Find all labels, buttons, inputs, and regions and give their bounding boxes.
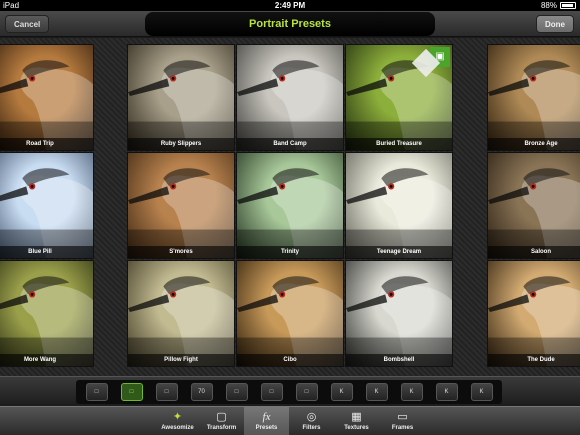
preset-tile[interactable]: The Dude <box>487 260 580 367</box>
tab-label: Awesomize <box>161 425 194 431</box>
heron-image <box>0 60 93 150</box>
preset-label: More Wang <box>0 354 93 366</box>
tab-bar: ✦ Awesomize ▢ Transform fx Presets ◎ Filters ▦ Te… <box>0 406 580 435</box>
preset-label: Saloon <box>488 246 580 258</box>
preset-tile[interactable]: Band Camp <box>236 44 344 151</box>
heron-image <box>237 168 343 258</box>
preset-tile[interactable]: ▣ Buried Treasure <box>345 44 453 151</box>
tab-label: Textures <box>344 425 369 431</box>
tab-textures[interactable]: ▦ Textures <box>334 407 379 435</box>
preset-label: Ruby Slippers <box>128 138 234 150</box>
preset-grid: Road Trip Ruby Slippers Band Camp ▣ Buried T… <box>0 38 580 376</box>
heron-image <box>488 168 580 258</box>
done-button[interactable]: Done <box>536 15 574 33</box>
tab-label: Transform <box>206 425 237 431</box>
preset-label: Cibo <box>237 354 343 366</box>
heron-image <box>128 168 234 258</box>
status-bar: iPad 2:49 PM 88% <box>0 0 580 11</box>
preset-label: The Dude <box>488 354 580 366</box>
battery-indicator: 88% <box>541 0 576 11</box>
preset-label: Teenage Dream <box>346 246 452 258</box>
portrait-frame-icon[interactable]: □ <box>120 383 143 401</box>
preset-tile[interactable]: Saloon <box>487 152 580 259</box>
tab-label: Presets <box>255 425 278 431</box>
nav-bar: Cancel Portrait Presets Done <box>0 11 580 37</box>
photo-icon[interactable]: □ <box>155 383 178 401</box>
heron-image <box>346 168 452 258</box>
preset-label: S'mores <box>128 246 234 258</box>
tab-presets[interactable]: fx Presets <box>244 407 289 435</box>
preset-tile[interactable]: More Wang <box>0 260 94 367</box>
preset-tile[interactable]: Blue Pill <box>0 152 94 259</box>
preset-label: Pillow Fight <box>128 354 234 366</box>
transform-icon: ▢ <box>216 410 227 423</box>
clock: 2:49 PM <box>274 1 306 10</box>
heron-image <box>237 276 343 366</box>
heron-image <box>488 60 580 150</box>
filter-toolbar: □ □ □ 70 □ □ □ K K K K K <box>0 376 580 406</box>
contrast-icon[interactable]: □ <box>225 383 248 401</box>
textures-icon: ▦ <box>351 410 362 423</box>
preset-label: Buried Treasure <box>346 138 452 150</box>
heron-image <box>128 60 234 150</box>
cart-icon[interactable]: ▣ <box>430 47 450 67</box>
number-icon[interactable]: 70 <box>190 383 213 401</box>
preset-tile[interactable]: Ruby Slippers <box>127 44 235 151</box>
screen-icon[interactable]: □ <box>260 383 283 401</box>
awesomize-icon: ✦ <box>172 410 183 423</box>
heron-image <box>237 60 343 150</box>
heron-image <box>0 276 93 366</box>
k5-icon[interactable]: K <box>470 383 493 401</box>
preset-tile[interactable]: Cibo <box>236 260 344 367</box>
preset-label: Bronze Age <box>488 138 580 150</box>
heron-image <box>128 276 234 366</box>
k1-icon[interactable]: K <box>330 383 353 401</box>
preset-label: Road Trip <box>0 138 93 150</box>
tab-filters[interactable]: ◎ Filters <box>289 407 334 435</box>
note-icon[interactable]: □ <box>295 383 318 401</box>
heron-image <box>488 276 580 366</box>
fx-icon: fx <box>262 411 271 423</box>
preset-label: Bombshell <box>346 354 452 366</box>
preset-tile[interactable]: Teenage Dream <box>345 152 453 259</box>
preset-tile[interactable]: Bombshell <box>345 260 453 367</box>
tab-frames[interactable]: ▭ Frames <box>380 407 425 435</box>
preset-tile[interactable]: Bronze Age <box>487 44 580 151</box>
battery-icon <box>560 2 576 9</box>
tab-label: Frames <box>391 425 414 431</box>
heron-image <box>346 276 452 366</box>
filters-icon: ◎ <box>306 410 317 423</box>
k4-icon[interactable]: K <box>435 383 458 401</box>
tab-transform[interactable]: ▢ Transform <box>199 407 244 435</box>
page-title: Portrait Presets <box>145 12 435 36</box>
frames-icon: ▭ <box>397 410 408 423</box>
preset-tile[interactable]: Trinity <box>236 152 344 259</box>
preset-tile[interactable]: Pillow Fight <box>127 260 235 367</box>
blank-square-icon[interactable]: □ <box>85 383 108 401</box>
heron-image <box>0 168 93 258</box>
battery-percent: 88% <box>540 1 557 10</box>
preset-label: Trinity <box>237 246 343 258</box>
tab-label: Filters <box>302 425 321 431</box>
preset-tile[interactable]: S'mores <box>127 152 235 259</box>
k3-icon[interactable]: K <box>400 383 423 401</box>
preset-label: Blue Pill <box>0 246 93 258</box>
cancel-button[interactable]: Cancel <box>5 15 50 33</box>
k2-icon[interactable]: K <box>365 383 388 401</box>
preset-tile[interactable]: Road Trip <box>0 44 94 151</box>
tab-awesomize[interactable]: ✦ Awesomize <box>155 407 200 435</box>
preset-label: Band Camp <box>237 138 343 150</box>
filter-strip: □ □ □ 70 □ □ □ K K K K K <box>76 380 502 404</box>
